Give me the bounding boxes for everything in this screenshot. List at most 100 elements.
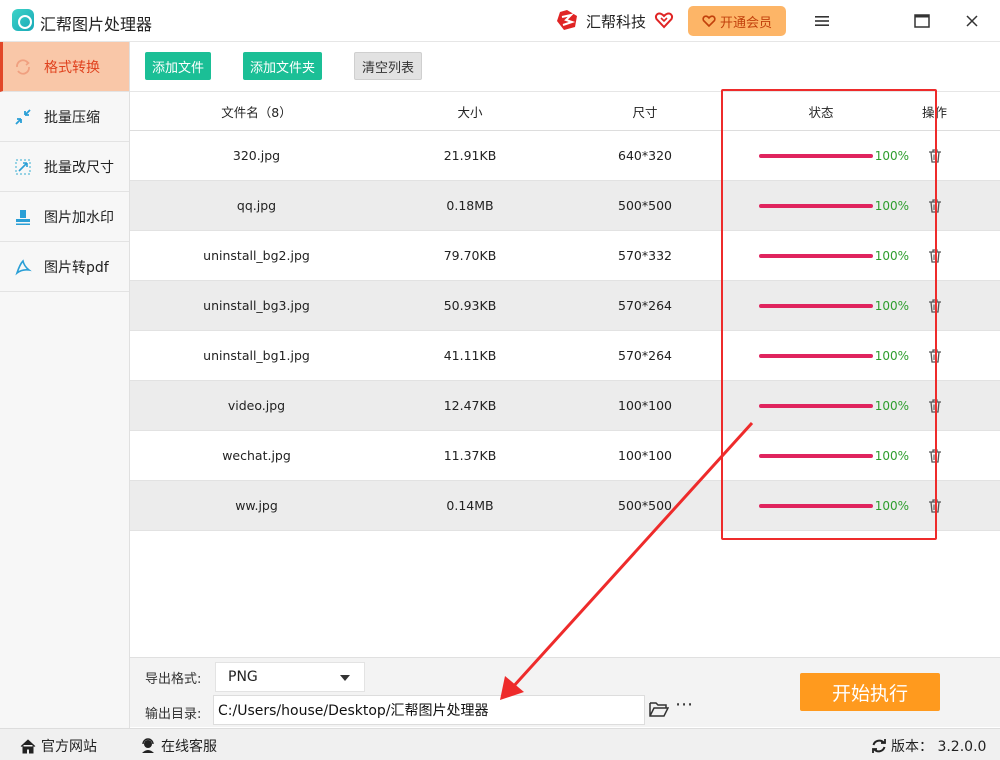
- vip-button[interactable]: 开通会员: [688, 6, 786, 36]
- status-cell: 100%: [733, 399, 909, 413]
- header-dimension[interactable]: 尺寸: [557, 102, 733, 121]
- version-info: 版本： 3.2.0.0: [871, 736, 986, 756]
- file-table: 文件名（8） 大小 尺寸 状态 操作 320.jpg 21.91KB 640*3…: [130, 91, 1000, 531]
- sidebar: 格式转换 批量压缩 批量改尺寸 图片加水印 图片转pdf: [0, 42, 130, 728]
- trash-icon[interactable]: [927, 298, 943, 314]
- status-cell: 100%: [733, 249, 909, 263]
- progress-text: 100%: [874, 148, 909, 163]
- home-icon: [20, 738, 36, 753]
- header-size[interactable]: 大小: [383, 102, 557, 121]
- close-icon: [966, 15, 978, 27]
- progress-text: 100%: [874, 198, 909, 213]
- export-format-select[interactable]: PNG: [215, 662, 365, 692]
- status-cell: 100%: [733, 199, 909, 213]
- sidebar-item-batch-compress[interactable]: 批量压缩: [0, 92, 129, 142]
- progress-bar: [759, 353, 873, 358]
- watermark-icon: [14, 208, 32, 226]
- customer-service-icon: [142, 738, 154, 753]
- table-row[interactable]: video.jpg 12.47KB 100*100 100%: [130, 381, 1000, 431]
- output-settings-panel: 导出格式: PNG 输出目录: C:/Users/house/Desktop/汇…: [130, 657, 1000, 727]
- file-name: uninstall_bg3.jpg: [203, 298, 310, 313]
- file-size: 21.91KB: [443, 148, 497, 163]
- table-row[interactable]: wechat.jpg 11.37KB 100*100 100%: [130, 431, 1000, 481]
- export-format-value: PNG: [228, 669, 258, 685]
- trash-icon[interactable]: [927, 148, 943, 164]
- file-size: 11.37KB: [443, 448, 497, 463]
- file-dimension: 100*100: [618, 398, 672, 413]
- online-support-link[interactable]: 在线客服: [140, 736, 217, 756]
- heart-diamond-icon[interactable]: [654, 10, 674, 30]
- vip-button-label: 开通会员: [719, 15, 772, 31]
- sidebar-item-label: 图片加水印: [44, 209, 114, 226]
- vip-heart-icon: [702, 15, 716, 28]
- trash-icon[interactable]: [927, 398, 943, 414]
- add-file-button[interactable]: 添加文件: [145, 52, 212, 80]
- pdf-icon: [14, 258, 32, 276]
- brand-name: 汇帮科技: [586, 13, 647, 31]
- progress-bar: [759, 153, 873, 158]
- file-size: 41.11KB: [443, 348, 497, 363]
- file-dimension: 500*500: [618, 198, 672, 213]
- file-size: 79.70KB: [443, 248, 497, 263]
- progress-bar: [759, 253, 873, 258]
- header-name[interactable]: 文件名（8）: [130, 102, 383, 121]
- output-dir-label: 输出目录:: [145, 707, 202, 722]
- menu-button[interactable]: [810, 9, 834, 33]
- progress-bar: [759, 203, 873, 208]
- file-name: uninstall_bg1.jpg: [203, 348, 310, 363]
- progress-text: 100%: [874, 398, 909, 413]
- toolbar: 添加文件 添加文件夹 清空列表: [130, 42, 1000, 92]
- trash-icon[interactable]: [927, 198, 943, 214]
- sidebar-item-image-to-pdf[interactable]: 图片转pdf: [0, 242, 129, 292]
- sidebar-item-batch-resize[interactable]: 批量改尺寸: [0, 142, 129, 192]
- trash-icon[interactable]: [927, 348, 943, 364]
- output-dir-field[interactable]: C:/Users/house/Desktop/汇帮图片处理器: [213, 695, 645, 725]
- official-website-label: 官方网站: [41, 739, 97, 755]
- action-cell: [909, 498, 960, 514]
- trash-icon[interactable]: [927, 448, 943, 464]
- sidebar-item-format-convert[interactable]: 格式转换: [0, 42, 129, 92]
- progress-text: 100%: [874, 448, 909, 463]
- online-support-label: 在线客服: [161, 739, 217, 755]
- file-size: 12.47KB: [443, 398, 497, 413]
- clear-list-button[interactable]: 清空列表: [354, 52, 423, 80]
- export-format-label: 导出格式:: [145, 672, 202, 687]
- official-website-link[interactable]: 官方网站: [20, 736, 97, 756]
- progress-bar: [759, 403, 873, 408]
- action-cell: [909, 198, 960, 214]
- table-row[interactable]: ww.jpg 0.14MB 500*500 100%: [130, 481, 1000, 531]
- progress-text: 100%: [874, 498, 909, 513]
- add-folder-button[interactable]: 添加文件夹: [243, 52, 323, 80]
- title-bar: 汇帮图片处理器 汇帮科技 开通会员: [0, 0, 1000, 42]
- trash-icon[interactable]: [927, 498, 943, 514]
- table-row[interactable]: uninstall_bg3.jpg 50.93KB 570*264 100%: [130, 281, 1000, 331]
- convert-icon: [14, 58, 32, 76]
- table-row[interactable]: qq.jpg 0.18MB 500*500 100%: [130, 181, 1000, 231]
- table-row[interactable]: 320.jpg 21.91KB 640*320 100%: [130, 131, 1000, 181]
- sidebar-item-watermark[interactable]: 图片加水印: [0, 192, 129, 242]
- header-status[interactable]: 状态: [733, 102, 909, 121]
- progress-text: 100%: [874, 348, 909, 363]
- progress-text: 100%: [874, 248, 909, 263]
- action-cell: [909, 148, 960, 164]
- folder-open-icon[interactable]: [649, 700, 669, 718]
- file-dimension: 640*320: [618, 148, 672, 163]
- refresh-icon[interactable]: [871, 738, 887, 754]
- start-button[interactable]: 开始执行: [800, 673, 940, 711]
- status-cell: 100%: [733, 449, 909, 463]
- sidebar-item-label: 批量压缩: [44, 109, 100, 126]
- action-cell: [909, 298, 960, 314]
- maximize-button[interactable]: [910, 9, 934, 33]
- close-button[interactable]: [960, 9, 984, 33]
- table-row[interactable]: uninstall_bg2.jpg 79.70KB 570*332 100%: [130, 231, 1000, 281]
- app-title: 汇帮图片处理器: [40, 15, 153, 34]
- table-row[interactable]: uninstall_bg1.jpg 41.11KB 570*264 100%: [130, 331, 1000, 381]
- action-cell: [909, 248, 960, 264]
- more-options-icon[interactable]: ⋯: [675, 696, 695, 718]
- file-size: 0.18MB: [446, 198, 494, 213]
- trash-icon[interactable]: [927, 248, 943, 264]
- file-name: ww.jpg: [235, 498, 278, 513]
- compress-icon: [14, 108, 32, 126]
- brand-logo-icon: [557, 10, 577, 30]
- file-name: uninstall_bg2.jpg: [203, 248, 310, 263]
